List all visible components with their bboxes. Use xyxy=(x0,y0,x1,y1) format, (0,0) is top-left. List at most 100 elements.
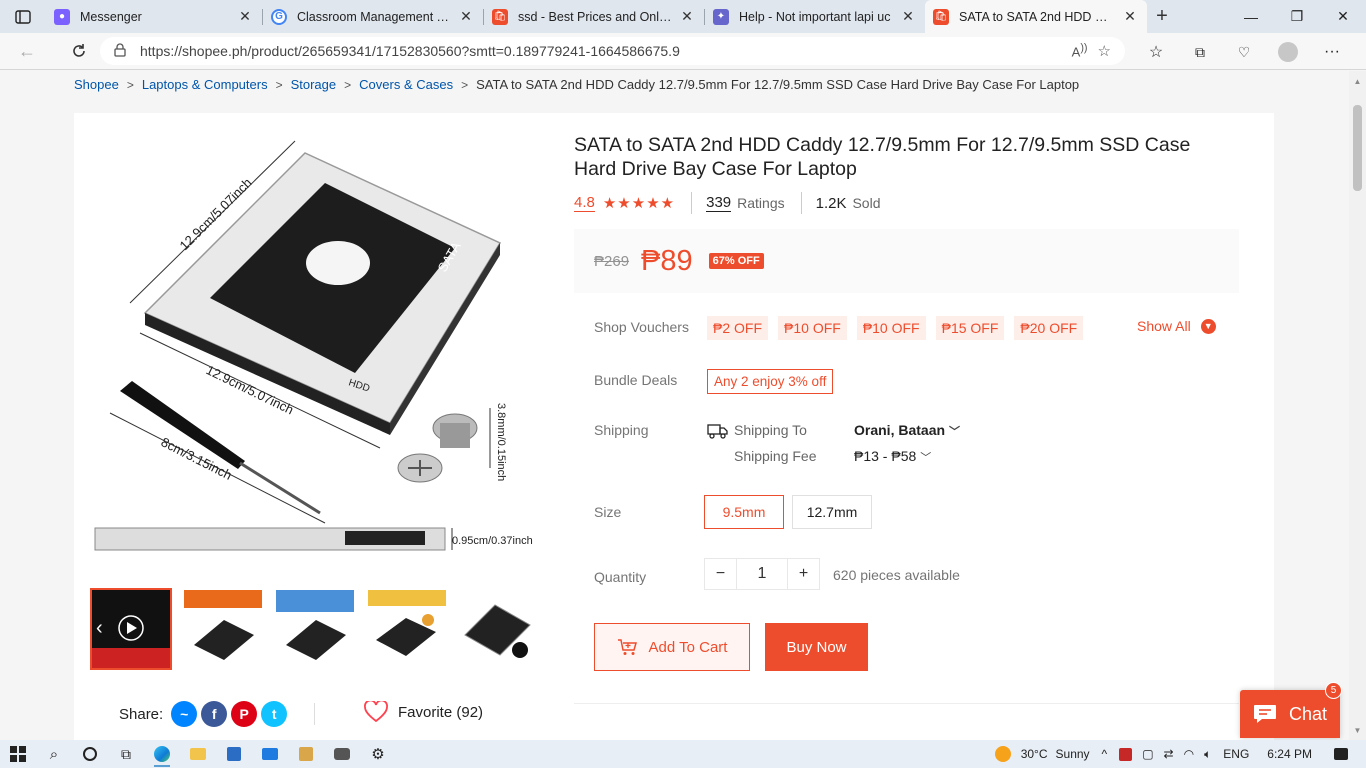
volume-icon[interactable]: 🔈︎ xyxy=(1204,747,1211,762)
tab-messenger[interactable]: ● Messenger ✕ xyxy=(46,0,262,33)
breadcrumb-covers[interactable]: Covers & Cases xyxy=(359,77,453,92)
chevron-right-icon: > xyxy=(461,77,469,92)
back-button[interactable]: ← xyxy=(8,36,46,66)
voucher-chip[interactable]: ₱10 OFF xyxy=(778,316,847,340)
close-tab-icon[interactable]: ✕ xyxy=(236,8,254,25)
breadcrumb-storage[interactable]: Storage xyxy=(291,77,337,92)
size-option-12-7mm[interactable]: 12.7mm xyxy=(792,495,872,529)
breadcrumb-laptops[interactable]: Laptops & Computers xyxy=(142,77,268,92)
thumbnail-image[interactable] xyxy=(274,588,356,670)
device-icon[interactable]: ▢ xyxy=(1142,747,1153,761)
scroll-down-icon[interactable]: ▼ xyxy=(1353,726,1362,735)
messenger-icon[interactable]: ~ xyxy=(171,701,198,727)
tab-classroom[interactable]: G Classroom Management Tool ✕ xyxy=(263,0,483,33)
breadcrumb-shopee[interactable]: Shopee xyxy=(74,77,119,92)
antivirus-icon[interactable] xyxy=(1119,747,1133,761)
thumbnail-image[interactable] xyxy=(458,588,540,670)
favorite-button[interactable]: Favorite (92) xyxy=(364,701,483,723)
window-controls: — ❐ ✕ xyxy=(1228,0,1366,33)
scroll-up-icon[interactable]: ▲ xyxy=(1353,77,1362,86)
weather-sun-icon[interactable] xyxy=(994,746,1011,762)
voucher-chip[interactable]: ₱2 OFF xyxy=(707,316,769,340)
increase-quantity-button[interactable]: + xyxy=(787,558,820,590)
restore-button[interactable]: ❐ xyxy=(1274,0,1320,33)
show-all-label: Show All xyxy=(1137,318,1191,334)
tab-title: SATA to SATA 2nd HDD Cadd xyxy=(959,9,1115,24)
ratings-count[interactable]: 339 xyxy=(706,194,732,212)
close-tab-icon[interactable]: ✕ xyxy=(1121,8,1139,25)
profile-button[interactable] xyxy=(1266,37,1310,67)
product-card: SATA HDD 12.9cm/5.07inch 12.9cm/5.07inch… xyxy=(74,113,1274,743)
add-to-cart-button[interactable]: Add To Cart xyxy=(594,623,750,671)
voucher-list: ₱2 OFF ₱10 OFF ₱10 OFF ₱15 OFF ₱20 OFF xyxy=(707,316,1084,340)
scrollbar-thumb[interactable] xyxy=(1353,105,1362,191)
quantity-input[interactable]: 1 xyxy=(737,558,787,590)
wifi-icon[interactable]: ◠ xyxy=(1184,747,1194,761)
taskbar-camera[interactable] xyxy=(324,740,360,768)
taskbar-app[interactable] xyxy=(288,740,324,768)
page-scrollbar[interactable]: ▲ ▼ xyxy=(1349,71,1366,740)
tab-sata-caddy[interactable]: 🛍 SATA to SATA 2nd HDD Cadd ✕ xyxy=(925,0,1147,33)
tab-ssd-prices[interactable]: 🛍 ssd - Best Prices and Online ✕ xyxy=(484,0,704,33)
close-tab-icon[interactable]: ✕ xyxy=(457,8,475,25)
show-all-vouchers-button[interactable]: Show All ▼ xyxy=(1137,318,1216,334)
chevron-up-icon[interactable]: ^ xyxy=(1102,747,1108,761)
thumbnail-image[interactable] xyxy=(182,588,264,670)
rating-row: 4.8 ★★★★★ 339 Ratings 1.2K Sold xyxy=(574,192,881,214)
clock[interactable]: 6:24 PM xyxy=(1267,747,1312,761)
thumbnail-video[interactable]: ‹ xyxy=(90,588,172,670)
rating-score[interactable]: 4.8 xyxy=(574,194,595,212)
taskbar-mail[interactable] xyxy=(252,740,288,768)
facebook-icon[interactable]: f xyxy=(201,701,228,727)
thumbnail-image[interactable] xyxy=(366,588,448,670)
chevron-right-icon: > xyxy=(126,77,134,92)
minimize-button[interactable]: — xyxy=(1228,0,1274,33)
favorites-button[interactable]: ☆ xyxy=(1134,37,1178,67)
settings-menu-button[interactable]: ··· xyxy=(1310,37,1354,67)
twitter-icon[interactable]: t xyxy=(261,701,288,727)
voucher-chip[interactable]: ₱20 OFF xyxy=(1014,316,1084,340)
taskbar-store[interactable] xyxy=(216,740,252,768)
start-button[interactable] xyxy=(0,740,36,768)
new-tab-button[interactable]: + xyxy=(1147,5,1177,28)
tab-help[interactable]: ✦ Help - Not important lapi uc ✕ xyxy=(705,0,925,33)
voucher-chip[interactable]: ₱15 OFF xyxy=(935,316,1005,340)
read-aloud-icon[interactable]: A)) xyxy=(1072,42,1088,60)
close-window-button[interactable]: ✕ xyxy=(1320,0,1366,33)
taskbar-file-explorer[interactable] xyxy=(180,740,216,768)
shipping-to-dropdown[interactable]: Orani, Bataan ﹀ xyxy=(854,422,960,439)
taskbar-settings[interactable]: ⚙ xyxy=(360,740,396,768)
notifications-icon[interactable] xyxy=(1334,748,1348,760)
weather-condition[interactable]: Sunny xyxy=(1056,747,1090,761)
address-bar[interactable]: https://shopee.ph/product/265659341/1715… xyxy=(100,37,1125,65)
language-indicator[interactable]: ENG xyxy=(1223,747,1249,761)
refresh-button[interactable] xyxy=(60,36,98,66)
close-tab-icon[interactable]: ✕ xyxy=(899,8,917,25)
search-button[interactable]: ⌕ xyxy=(36,740,72,768)
shipping-fee-dropdown[interactable]: ₱13 - ₱58 ﹀ xyxy=(854,448,931,465)
edge-icon xyxy=(154,746,170,762)
pinterest-icon[interactable]: P xyxy=(231,701,258,727)
task-view-button[interactable]: ⧉ xyxy=(108,740,144,768)
browser-essentials-button[interactable]: ♡ xyxy=(1222,37,1266,67)
cortana-button[interactable] xyxy=(72,740,108,768)
collections-button[interactable]: ⧉ xyxy=(1178,37,1222,67)
help-favicon-icon: ✦ xyxy=(713,8,729,25)
close-tab-icon[interactable]: ✕ xyxy=(678,8,696,25)
taskbar-edge[interactable] xyxy=(144,740,180,768)
bundle-deal-chip[interactable]: Any 2 enjoy 3% off xyxy=(707,369,834,394)
tab-actions-button[interactable] xyxy=(0,0,46,33)
share-row: Share: ~ f P t xyxy=(119,701,288,727)
add-favorite-icon[interactable]: ☆ xyxy=(1098,42,1111,60)
chat-button[interactable]: Chat xyxy=(1240,690,1340,738)
buy-now-button[interactable]: Buy Now xyxy=(765,623,868,671)
voucher-chip[interactable]: ₱10 OFF xyxy=(856,316,926,340)
decrease-quantity-button[interactable]: − xyxy=(704,558,737,590)
breadcrumb-current: SATA to SATA 2nd HDD Caddy 12.7/9.5mm Fo… xyxy=(476,77,1080,92)
network-adapter-icon[interactable]: ⇄ xyxy=(1164,747,1174,761)
divider xyxy=(574,703,1239,704)
weather-temp[interactable]: 30°C xyxy=(1021,747,1048,761)
product-main-image[interactable]: SATA HDD 12.9cm/5.07inch 12.9cm/5.07inch… xyxy=(90,123,540,573)
divider xyxy=(800,192,802,214)
size-option-9-5mm[interactable]: 9.5mm xyxy=(704,495,784,529)
